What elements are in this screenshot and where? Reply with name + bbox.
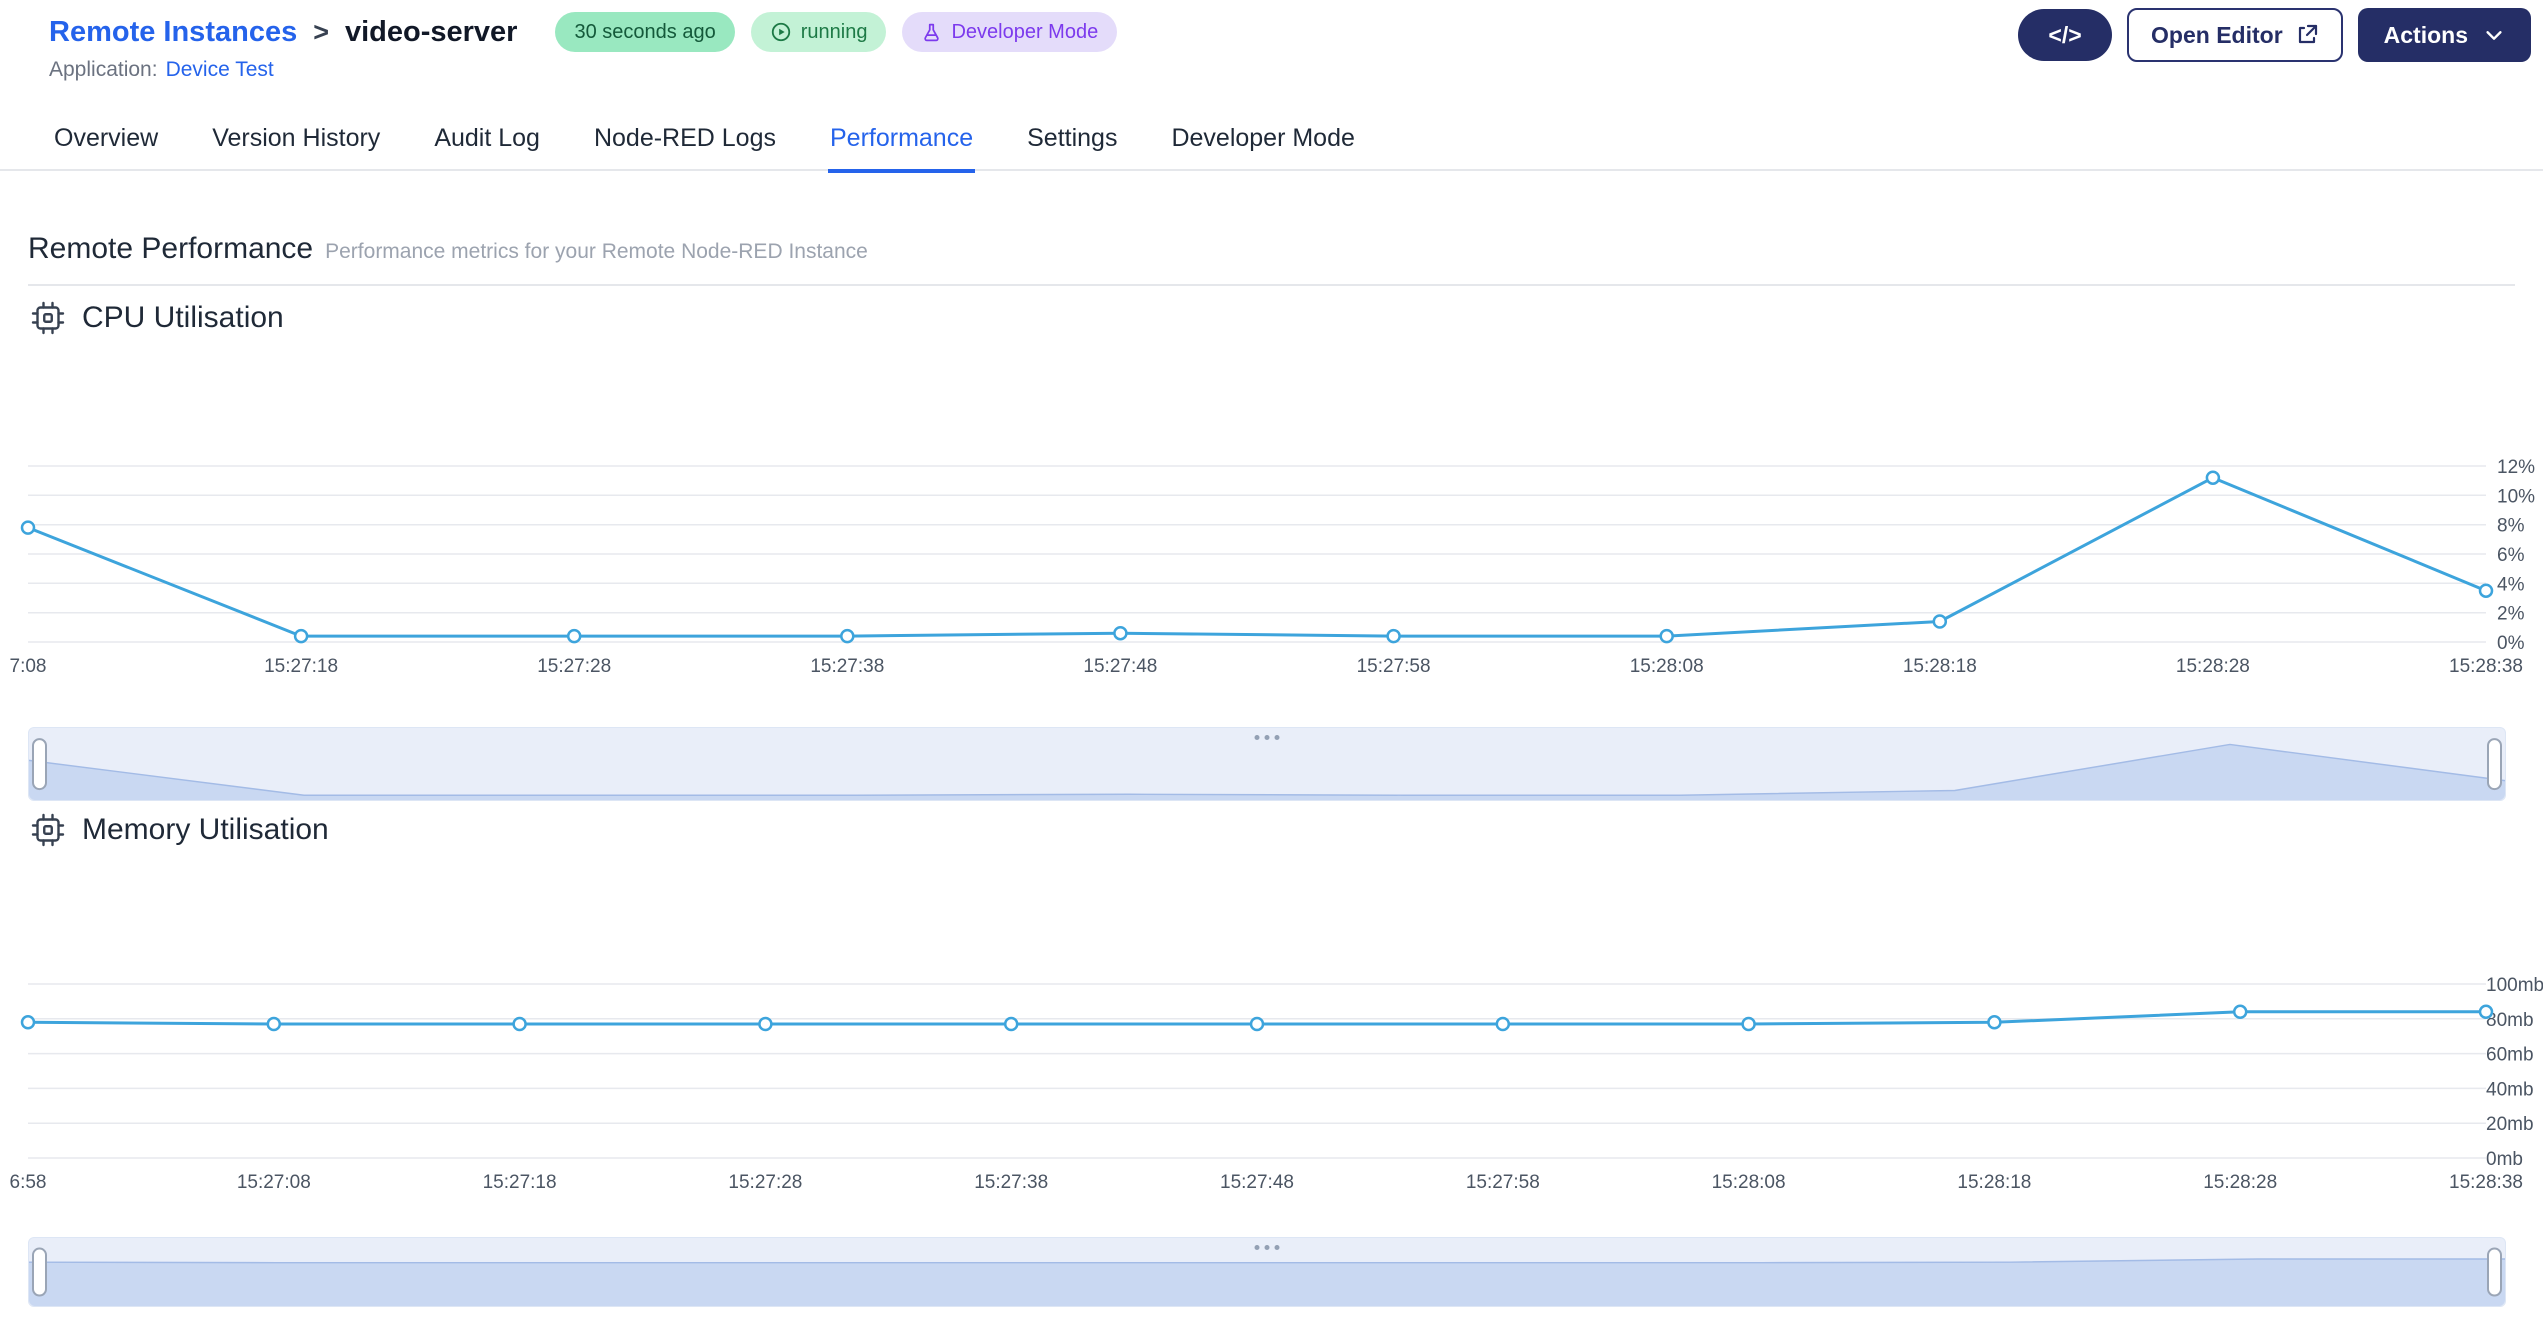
tab-overview[interactable]: Overview (52, 112, 160, 173)
memory-chip-icon (31, 813, 65, 847)
svg-text:15:28:28: 15:28:28 (2203, 1172, 2277, 1193)
chevron-down-icon (2486, 31, 2502, 40)
page-title-row: Remote Performance Performance metrics f… (28, 232, 868, 266)
svg-text:40mb: 40mb (2486, 1079, 2534, 1100)
svg-text:7:08: 7:08 (10, 656, 47, 677)
svg-text:15:27:58: 15:27:58 (1357, 656, 1431, 677)
cpu-chart-range-slider[interactable] (28, 727, 2506, 801)
last-seen-text: 30 seconds ago (574, 20, 716, 43)
last-seen-badge: 30 seconds ago (555, 12, 735, 52)
tab-developer-mode[interactable]: Developer Mode (1169, 112, 1356, 173)
svg-text:0%: 0% (2497, 633, 2525, 654)
svg-text:100mb: 100mb (2486, 975, 2543, 996)
tab-bar: Overview Version History Audit Log Node-… (52, 112, 1357, 173)
svg-text:15:27:48: 15:27:48 (1083, 656, 1157, 677)
page-title: Remote Performance (28, 232, 314, 265)
svg-text:15:27:38: 15:27:38 (810, 656, 884, 677)
status-badge: running (750, 12, 887, 52)
application-link[interactable]: Device Test (166, 58, 274, 82)
external-link-icon (2298, 24, 2317, 44)
developer-mode-badge: Developer Mode (902, 12, 1118, 52)
application-label: Application: (49, 58, 158, 81)
breadcrumb-separator: > (313, 16, 329, 47)
memory-section-header: Memory Utilisation (30, 812, 329, 848)
memory-brush-right-handle[interactable] (2487, 1247, 2502, 1297)
tab-performance[interactable]: Performance (827, 112, 976, 173)
svg-text:12%: 12% (2497, 457, 2535, 478)
open-editor-label: Open Editor (2151, 21, 2283, 48)
svg-text:15:27:38: 15:27:38 (974, 1172, 1048, 1193)
breadcrumb-link-remote-instances[interactable]: Remote Instances (49, 16, 297, 49)
svg-text:6:58: 6:58 (10, 1172, 47, 1193)
svg-text:10%: 10% (2497, 486, 2535, 507)
svg-text:15:28:38: 15:28:38 (2449, 1172, 2523, 1193)
svg-text:4%: 4% (2497, 574, 2525, 595)
actions-button[interactable]: Actions (2357, 8, 2531, 62)
tab-settings[interactable]: Settings (1025, 112, 1119, 173)
cpu-brush-left-handle[interactable] (32, 738, 47, 790)
svg-text:15:27:18: 15:27:18 (483, 1172, 557, 1193)
svg-text:15:27:08: 15:27:08 (237, 1172, 311, 1193)
memory-chart-range-slider[interactable] (28, 1237, 2506, 1307)
memory-utilisation-chart: 0mb20mb40mb60mb80mb100mb6:58 15:27:08 15:2… (10, 975, 2543, 1193)
svg-text:15:28:18: 15:28:18 (1903, 656, 1977, 677)
cpu-brush-grip[interactable] (1254, 735, 1280, 740)
open-editor-button[interactable]: Open Editor (2127, 8, 2343, 62)
svg-text:15:27:18: 15:27:18 (264, 656, 338, 677)
developer-mode-text: Developer Mode (951, 20, 1099, 43)
cpu-brush-right-handle[interactable] (2487, 738, 2502, 790)
svg-text:15:27:28: 15:27:28 (537, 656, 611, 677)
header-actions: </> Open Editor Actions (2018, 8, 2531, 62)
actions-label: Actions (2383, 21, 2468, 48)
running-icon (771, 22, 790, 42)
memory-section-title: Memory Utilisation (82, 813, 329, 846)
svg-text:15:28:08: 15:28:08 (1630, 656, 1704, 677)
svg-text:15:28:28: 15:28:28 (2176, 656, 2250, 677)
svg-text:2%: 2% (2497, 604, 2525, 625)
svg-text:15:28:18: 15:28:18 (1957, 1172, 2031, 1193)
cpu-section-title: CPU Utilisation (82, 301, 284, 334)
tab-node-red-logs[interactable]: Node-RED Logs (592, 112, 778, 173)
application-row: Application: Device Test (49, 58, 274, 82)
breadcrumb: Remote Instances > video-server 30 secon… (49, 12, 1118, 52)
cpu-chip-icon (31, 301, 65, 335)
page-subtitle: Performance metrics for your Remote Node… (325, 240, 868, 263)
svg-text:8%: 8% (2497, 516, 2525, 537)
editor-availability-toggle[interactable]: </> (2018, 9, 2113, 61)
cpu-section-header: CPU Utilisation (30, 300, 284, 336)
breadcrumb-current-instance: video-server (344, 15, 518, 48)
flask-icon (924, 23, 940, 41)
code-icon: </> (2048, 21, 2082, 48)
memory-brush-left-handle[interactable] (32, 1247, 47, 1297)
cpu-utilisation-chart: 0% 2% 4% 6% 8% 10% 12% 7:08 15:27:18 15:27:28 15:2… (10, 457, 2536, 677)
svg-text:20mb: 20mb (2486, 1114, 2534, 1135)
title-divider (28, 284, 2515, 286)
status-text: running (800, 20, 868, 43)
tab-audit-log[interactable]: Audit Log (432, 112, 542, 173)
svg-text:60mb: 60mb (2486, 1045, 2534, 1066)
memory-brush-grip[interactable] (1254, 1245, 1280, 1250)
svg-text:15:27:28: 15:27:28 (728, 1172, 802, 1193)
svg-text:15:28:38: 15:28:38 (2449, 656, 2523, 677)
svg-text:15:27:48: 15:27:48 (1220, 1172, 1294, 1193)
tab-version-history[interactable]: Version History (210, 112, 382, 173)
svg-text:15:28:08: 15:28:08 (1712, 1172, 1786, 1193)
svg-text:15:27:58: 15:27:58 (1466, 1172, 1540, 1193)
svg-text:0mb: 0mb (2486, 1149, 2523, 1170)
svg-text:6%: 6% (2497, 545, 2525, 566)
